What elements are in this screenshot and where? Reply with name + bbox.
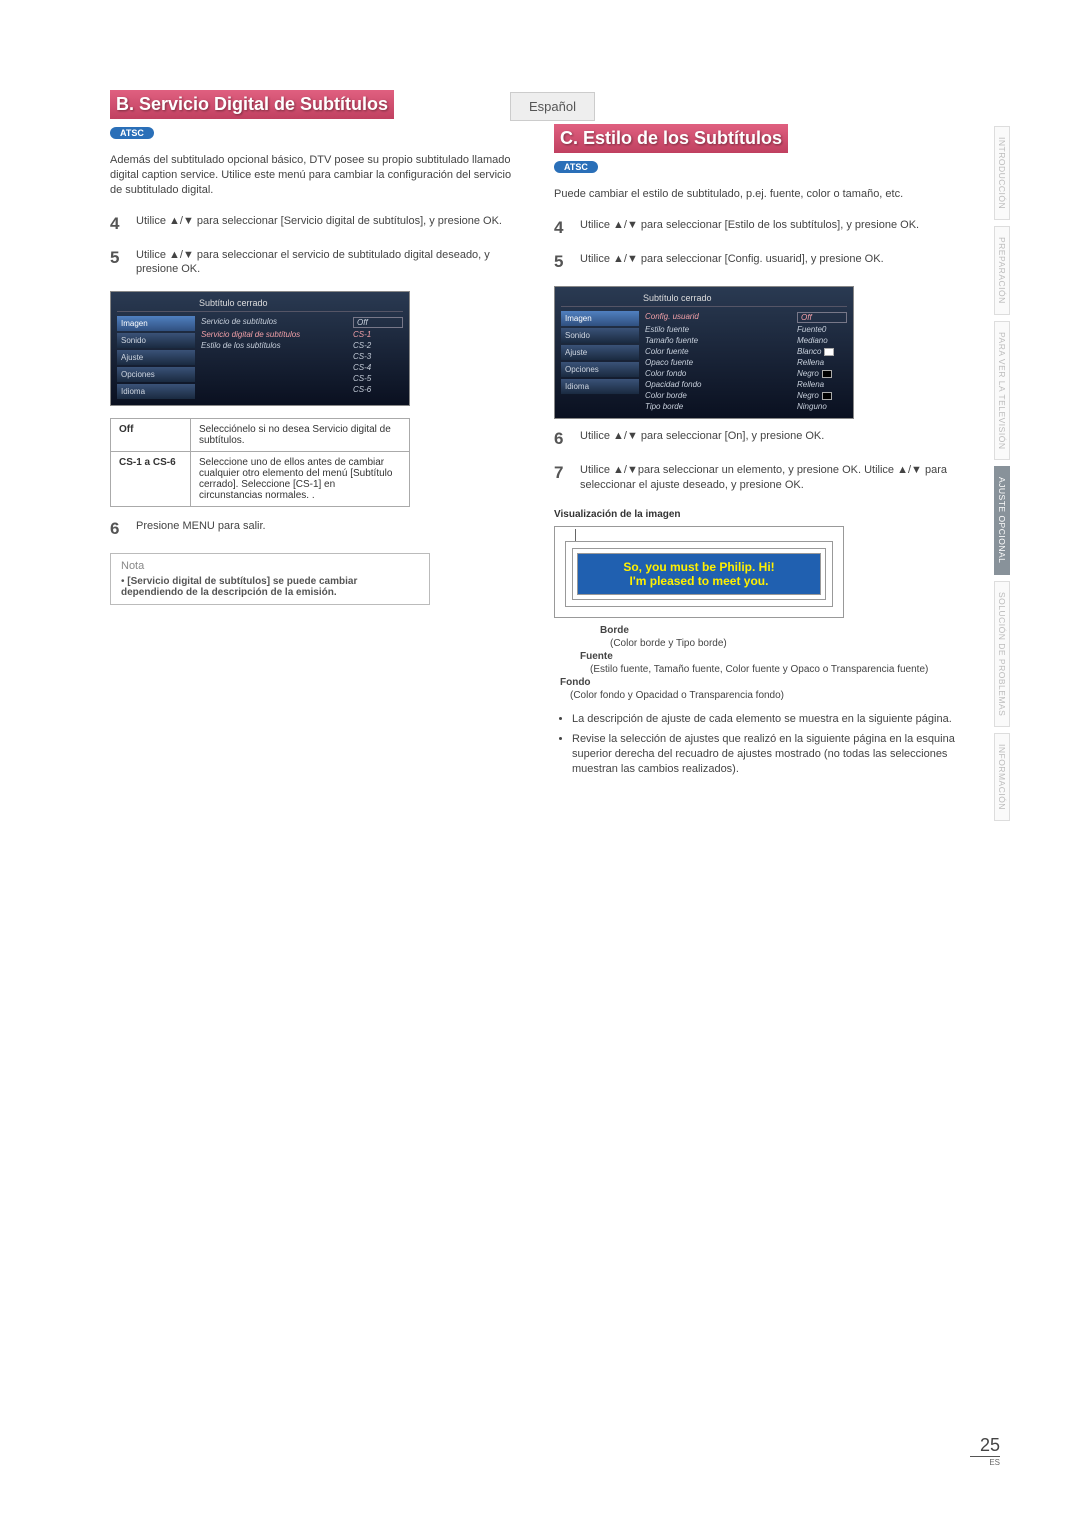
step-c4-text: Utilice ▲/▼ para seleccionar [Estilo de … <box>580 218 919 238</box>
tv-option-row: Servicio digital de subtítulosCS-1 <box>201 329 403 340</box>
notes-list: La descripción de ajuste de cada element… <box>554 712 970 777</box>
step-number: 4 <box>110 214 126 234</box>
section-c-heading: C. Estilo de los Subtítulos <box>554 124 788 153</box>
page-number: 25 ES <box>970 1435 1000 1467</box>
tv-side-item: Ajuste <box>117 350 195 365</box>
nota-box: Nota • [Servicio digital de subtítulos] … <box>110 553 430 605</box>
tv-option-row: CS-3 <box>201 351 403 362</box>
side-tab[interactable]: AJUSTE OPCIONAL <box>994 466 1010 574</box>
step-6-text: Presione MENU para salir. <box>136 519 266 539</box>
tv-option-row: Tipo bordeNinguno <box>645 401 847 412</box>
table-row: OffSelecciónelo si no desea Servicio dig… <box>111 419 410 452</box>
tv-menu-c: Subtítulo cerrado Imagen Sonido Ajuste Opci… <box>554 286 854 419</box>
section-c-intro: Puede cambiar el estilo de subtitulado, … <box>554 187 970 202</box>
section-c: C. Estilo de los Subtítulos ATSC Puede c… <box>554 90 970 783</box>
tv-option-row: Config. usuaridOff <box>645 311 847 324</box>
section-b-intro: Además del subtitulado opcional básico, … <box>110 153 526 198</box>
tv-side-item: Idioma <box>117 384 195 399</box>
tv-side-item: Sonido <box>117 333 195 348</box>
list-item: Revise la selección de ajustes que reali… <box>572 732 970 777</box>
tv-title: Subtítulo cerrado <box>117 298 403 312</box>
step-c7-text: Utilice ▲/▼para seleccionar un elemento,… <box>580 463 970 493</box>
tv-side-item: Imagen <box>561 311 639 326</box>
step-5-text: Utilice ▲/▼ para seleccionar el servicio… <box>136 248 526 278</box>
side-tab[interactable]: INFORMACIÓN <box>994 733 1010 821</box>
step-c6-text: Utilice ▲/▼ para seleccionar [On], y pre… <box>580 429 824 449</box>
list-item: La descripción de ajuste de cada element… <box>572 712 970 727</box>
tv-title: Subtítulo cerrado <box>561 293 847 307</box>
tv-option-row: CS-6 <box>201 384 403 395</box>
side-tab[interactable]: INTRODUCCIÓN <box>994 126 1010 220</box>
step-c5-text: Utilice ▲/▼ para seleccionar [Config. us… <box>580 252 884 272</box>
atsc-badge: ATSC <box>110 127 154 139</box>
tv-side-item: Idioma <box>561 379 639 394</box>
side-tabs: INTRODUCCIÓN PREPARACIÓN PARA VER LA TELEV… <box>994 126 1010 821</box>
tv-option-row: Opacidad fondoRellena <box>645 379 847 390</box>
step-number: 5 <box>110 248 126 278</box>
step-number: 5 <box>554 252 570 272</box>
tv-option-row: CS-4 <box>201 362 403 373</box>
step-number: 4 <box>554 218 570 238</box>
tv-menu-b: Subtítulo cerrado Imagen Sonido Ajuste Opci… <box>110 291 410 406</box>
tv-option-row: Servicio de subtítulosOff <box>201 316 403 329</box>
tv-option-row: Color fondoNegro <box>645 368 847 379</box>
step-4-text: Utilice ▲/▼ para seleccionar [Servicio d… <box>136 214 502 234</box>
tv-side-item: Opciones <box>561 362 639 377</box>
nota-title: Nota <box>121 560 419 572</box>
speech-bubble: So, you must be Philip. Hi! I'm pleased … <box>577 553 821 595</box>
tv-option-row: Color bordeNegro <box>645 390 847 401</box>
language-tab: Español <box>510 92 595 121</box>
definitions-table: OffSelecciónelo si no desea Servicio dig… <box>110 418 410 507</box>
tv-side-item: Sonido <box>561 328 639 343</box>
side-tab[interactable]: SOLUCIÓN DE PROBLEMAS <box>994 581 1010 727</box>
side-tab[interactable]: PREPARACIÓN <box>994 226 1010 315</box>
tv-option-row: CS-5 <box>201 373 403 384</box>
atsc-badge: ATSC <box>554 161 598 173</box>
nota-text: • [Servicio digital de subtítulos] se pu… <box>121 576 419 598</box>
step-number: 6 <box>110 519 126 539</box>
visual-labels: Borde (Color borde y Tipo borde) Fuente … <box>554 624 970 702</box>
tv-side-item: Imagen <box>117 316 195 331</box>
tv-option-row: Opaco fuenteRellena <box>645 357 847 368</box>
step-number: 7 <box>554 463 570 493</box>
table-row: CS-1 a CS-6Seleccione uno de ellos antes… <box>111 452 410 507</box>
tv-option-row: Color fuenteBlanco <box>645 346 847 357</box>
tv-option-row: Estilo fuenteFuente0 <box>645 324 847 335</box>
section-b: B. Servicio Digital de Subtítulos ATSC A… <box>110 90 526 783</box>
side-tab[interactable]: PARA VER LA TELEVISIÓN <box>994 321 1010 460</box>
tv-option-row: Estilo de los subtítulosCS-2 <box>201 340 403 351</box>
section-b-heading: B. Servicio Digital de Subtítulos <box>110 90 394 119</box>
visual-heading: Visualización de la imagen <box>554 509 970 520</box>
tv-option-row: Tamaño fuenteMediano <box>645 335 847 346</box>
tv-side-item: Opciones <box>117 367 195 382</box>
visual-example: So, you must be Philip. Hi! I'm pleased … <box>554 526 844 618</box>
tv-side-item: Ajuste <box>561 345 639 360</box>
step-number: 6 <box>554 429 570 449</box>
